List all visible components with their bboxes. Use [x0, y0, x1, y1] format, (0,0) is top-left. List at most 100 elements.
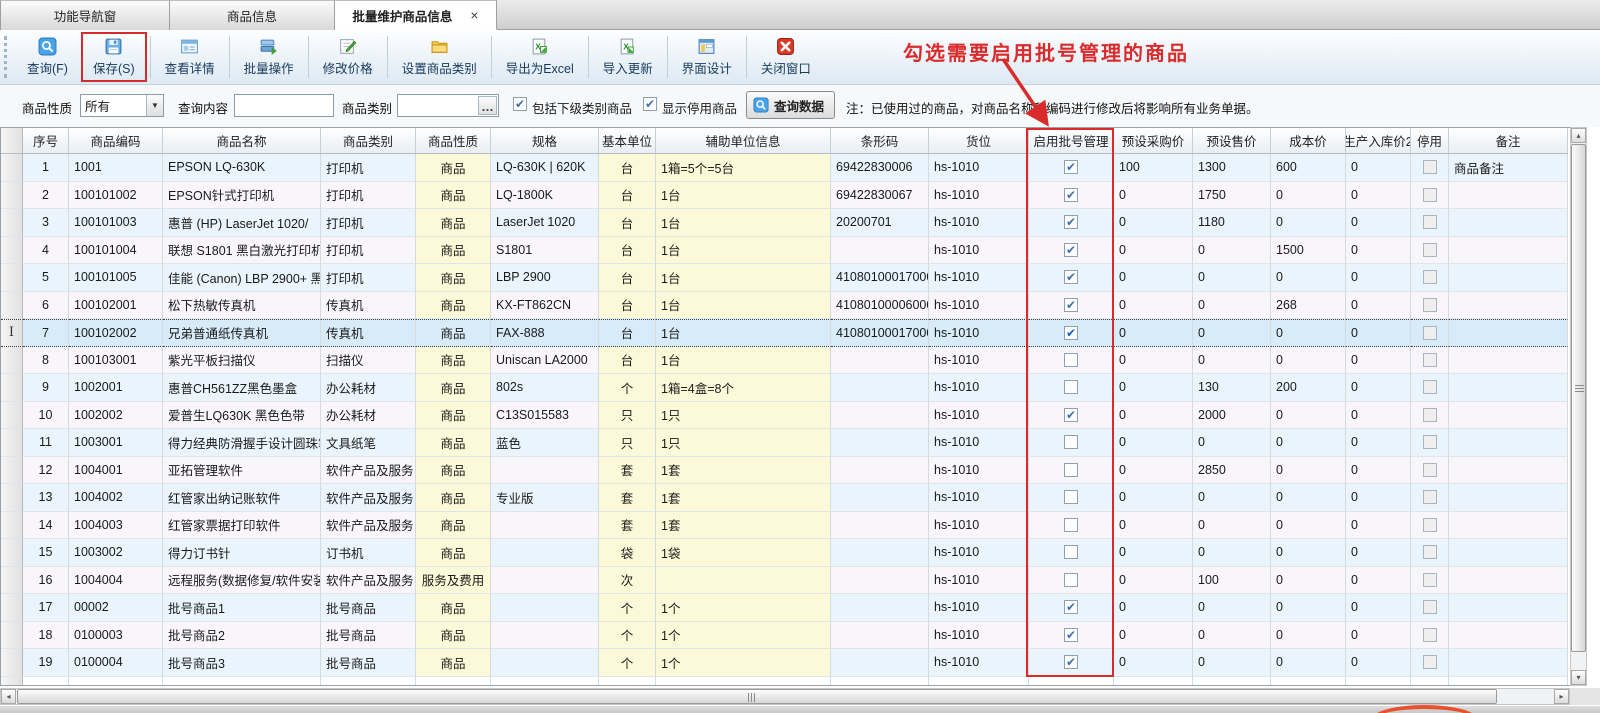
cell-prod-in-price2[interactable]: 0 [1346, 209, 1411, 237]
cell-product-nature[interactable]: 商品 [416, 292, 491, 320]
cell-preset-purchase-price[interactable]: 0 [1114, 484, 1193, 512]
cell-cost-price[interactable]: 0 [1271, 264, 1346, 292]
cell-product-category[interactable]: 打印机 [321, 264, 416, 292]
cell-product-name[interactable]: EPSON LQ-630K [163, 154, 321, 182]
cell-aux-unit-info[interactable]: 1只 [656, 402, 831, 430]
cell-product-category[interactable]: 传真机 [321, 292, 416, 320]
cell-product-name[interactable]: 得力订书针 [163, 539, 321, 567]
cell-spec[interactable]: 蓝色 [491, 429, 599, 457]
row-indicator[interactable] [1, 622, 23, 650]
cell-enable-batch-checkbox[interactable] [1029, 374, 1114, 402]
toolbar-button-1[interactable]: 查询(F) [15, 30, 80, 84]
disabled-checkbox[interactable] [1423, 435, 1437, 449]
cell-cost-price[interactable]: 600 [1271, 154, 1346, 182]
vertical-scrollbar[interactable]: ▴ ▾ [1570, 127, 1587, 686]
table-row[interactable]: 2100101002EPSON针式打印机打印机商品LQ-1800K台1台6942… [1, 182, 1586, 210]
disabled-checkbox[interactable] [1423, 270, 1437, 284]
cell-seq-number[interactable]: 13 [23, 484, 69, 512]
cell-product-code[interactable]: 1004004 [69, 567, 163, 595]
scroll-right-icon[interactable]: ▸ [1554, 689, 1569, 704]
cell-disabled-checkbox[interactable] [1411, 594, 1449, 622]
row-indicator[interactable] [1, 429, 23, 457]
cell-spec[interactable] [491, 594, 599, 622]
scroll-down-icon[interactable]: ▾ [1571, 670, 1586, 685]
cell-location[interactable]: hs-1010 [929, 209, 1029, 237]
row-indicator[interactable]: I [1, 319, 23, 347]
cell-cost-price[interactable]: 0 [1271, 402, 1346, 430]
cell-remark[interactable]: 商品备注 [1449, 154, 1568, 182]
cell-preset-sale-price[interactable]: 2850 [1193, 457, 1271, 485]
cell-remark[interactable] [1449, 429, 1568, 457]
cell-preset-purchase-price[interactable]: 0 [1114, 374, 1193, 402]
cell-disabled-checkbox[interactable] [1411, 347, 1449, 375]
cell-enable-batch-checkbox[interactable] [1029, 264, 1114, 292]
include-sub-category-checkbox[interactable] [513, 97, 527, 111]
cell-seq-number[interactable]: 6 [23, 292, 69, 320]
toolbar-button-10[interactable]: 关闭窗口 [749, 30, 823, 84]
cell-product-name[interactable]: 远程服务(数据修复/软件安装) [163, 567, 321, 595]
cell-preset-sale-price[interactable]: 0 [1193, 649, 1271, 677]
cell-disabled-checkbox[interactable] [1411, 457, 1449, 485]
cell-prod-in-price2[interactable]: 0 [1346, 264, 1411, 292]
cell-disabled-checkbox[interactable] [1411, 264, 1449, 292]
table-row[interactable]: 141004003红管家票据打印软件软件产品及服务商品套1套hs-1010000… [1, 512, 1586, 540]
cell-disabled-checkbox[interactable] [1411, 512, 1449, 540]
cell-preset-sale-price[interactable]: 1180 [1193, 209, 1271, 237]
cell-cost-price[interactable]: 0 [1271, 347, 1346, 375]
enable-batch-checkbox[interactable] [1064, 573, 1078, 587]
toolbar-button-8[interactable]: X导入更新 [591, 30, 665, 84]
cell-cost-price[interactable]: 0 [1271, 622, 1346, 650]
cell-prod-in-price2[interactable]: 0 [1346, 402, 1411, 430]
scroll-left-icon[interactable]: ◂ [1, 689, 16, 704]
cell-spec[interactable]: FAX-888 [491, 319, 599, 347]
cell-disabled-checkbox[interactable] [1411, 237, 1449, 265]
cell-base-unit[interactable]: 台 [599, 237, 656, 265]
cell-product-code[interactable]: 1003001 [69, 429, 163, 457]
cell-product-name[interactable]: 得力经典防滑握手设计圆珠笔 [163, 429, 321, 457]
cell-aux-unit-info[interactable]: 1套 [656, 457, 831, 485]
toolbar-button-6[interactable]: 设置商品类别 [390, 30, 489, 84]
toolbar-button-9[interactable]: 界面设计 [670, 30, 744, 84]
column-header-preset-sale-price[interactable]: 预设售价 [1193, 128, 1271, 154]
table-row[interactable]: 91002001惠普CH561ZZ黑色墨盒办公耗材商品802s个1箱=4盒=8个… [1, 374, 1586, 402]
cell-preset-sale-price[interactable]: 0 [1193, 622, 1271, 650]
cell-location[interactable]: hs-1010 [929, 649, 1029, 677]
cell-location[interactable]: hs-1010 [929, 374, 1029, 402]
cell-preset-sale-price[interactable]: 0 [1193, 512, 1271, 540]
cell-product-category[interactable]: 订书机 [321, 539, 416, 567]
cell-preset-purchase-price[interactable]: 0 [1114, 319, 1193, 347]
cell-product-code[interactable]: 0100003 [69, 622, 163, 650]
cell-product-nature[interactable]: 商品 [416, 402, 491, 430]
cell-product-name[interactable]: 亚拓管理软件 [163, 457, 321, 485]
cell-location[interactable]: hs-1010 [929, 292, 1029, 320]
disabled-checkbox[interactable] [1423, 573, 1437, 587]
table-row[interactable]: 8100103001紫光平板扫描仪扫描仪商品Uniscan LA2000台1台h… [1, 347, 1586, 375]
enable-batch-checkbox[interactable] [1064, 215, 1078, 229]
cell-preset-sale-price[interactable]: 1300 [1193, 154, 1271, 182]
disabled-checkbox[interactable] [1423, 628, 1437, 642]
row-indicator[interactable] [1, 292, 23, 320]
column-header-product-code[interactable]: 商品编码 [69, 128, 163, 154]
cell-enable-batch-checkbox[interactable] [1029, 622, 1114, 650]
enable-batch-checkbox[interactable] [1064, 298, 1078, 312]
row-indicator[interactable] [1, 237, 23, 265]
cell-seq-number[interactable]: 12 [23, 457, 69, 485]
cell-spec[interactable] [491, 567, 599, 595]
cell-preset-sale-price[interactable]: 0 [1193, 292, 1271, 320]
cell-base-unit[interactable]: 台 [599, 182, 656, 210]
cell-spec[interactable] [491, 622, 599, 650]
cell-product-category[interactable]: 软件产品及服务 [321, 457, 416, 485]
cell-base-unit[interactable]: 个 [599, 374, 656, 402]
cell-prod-in-price2[interactable]: 0 [1346, 154, 1411, 182]
cell-spec[interactable]: S1801 [491, 237, 599, 265]
cell-product-code[interactable]: 100103001 [69, 347, 163, 375]
cell-location[interactable]: hs-1010 [929, 567, 1029, 595]
cell-product-nature[interactable]: 商品 [416, 154, 491, 182]
cell-location[interactable]: hs-1010 [929, 594, 1029, 622]
show-disabled-checkbox[interactable] [643, 97, 657, 111]
column-header-barcode[interactable]: 条形码 [831, 128, 929, 154]
cell-product-name[interactable]: 批号商品2 [163, 622, 321, 650]
cell-cost-price[interactable]: 0 [1271, 182, 1346, 210]
cell-remark[interactable] [1449, 319, 1568, 347]
table-row[interactable]: 101002002爱普生LQ630K 黑色色带办公耗材商品C13S015583只… [1, 402, 1586, 430]
